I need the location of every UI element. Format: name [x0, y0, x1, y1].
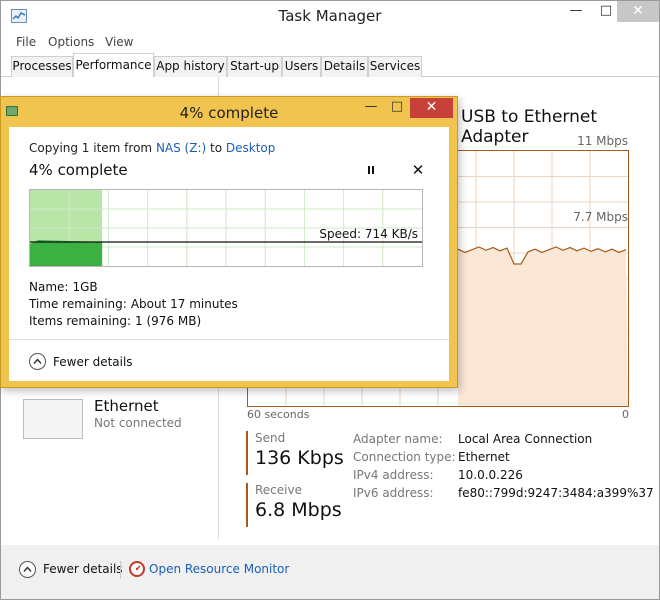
side-item-name[interactable]: Ethernet — [94, 397, 159, 415]
tab-services[interactable]: Services — [368, 56, 422, 77]
prop-connection-type-value: Ethernet — [458, 450, 510, 464]
time-remaining-value: About 17 minutes — [130, 297, 238, 311]
source-link[interactable]: NAS (Z:) — [156, 141, 206, 155]
name-label: Name: — [29, 280, 69, 294]
menu-bar: File Options View — [1, 32, 659, 53]
menu-file[interactable]: File — [16, 35, 36, 49]
copy-dialog-minimize-button[interactable]: — — [358, 99, 384, 119]
graph-x-left-label: 60 seconds — [247, 408, 310, 421]
adapter-title: USB to Ethernet Adapter — [461, 107, 597, 147]
copy-dialog-titlebar[interactable]: 4% complete — □ ✕ — [1, 97, 457, 127]
graph-max-label: 11 Mbps — [577, 134, 628, 148]
prop-adapter-name-label: Adapter name: — [353, 432, 443, 446]
open-resource-monitor-link[interactable]: Open Resource Monitor — [149, 562, 289, 576]
receive-stat: Receive 6.8 Mbps — [246, 483, 346, 527]
tab-start-up[interactable]: Start-up — [227, 56, 282, 77]
footer-separator — [120, 561, 121, 579]
copy-mid: to — [206, 141, 226, 155]
speed-area — [30, 240, 103, 266]
copy-dialog-window: 4% complete — □ ✕ Copying 1 item from NA… — [0, 96, 458, 388]
prop-connection-type-label: Connection type: — [353, 450, 456, 464]
graph-x-right-label: 0 — [622, 408, 629, 421]
time-remaining-label: Time remaining: — [29, 297, 127, 311]
side-item-status: Not connected — [94, 416, 182, 430]
prop-adapter-name-value: Local Area Connection — [458, 432, 593, 446]
percent-complete: 4% complete — [29, 161, 128, 179]
copy-dialog-maximize-button[interactable]: □ — [384, 99, 410, 119]
fewer-details-button[interactable]: Fewer details — [43, 562, 123, 576]
receive-label: Receive — [255, 483, 302, 497]
receive-value: 6.8 Mbps — [255, 499, 342, 521]
copy-description: Copying 1 item from NAS (Z:) to Desktop — [29, 141, 275, 155]
copy-dialog-close-button[interactable]: ✕ — [410, 98, 453, 118]
tab-details[interactable]: Details — [321, 56, 368, 77]
name-value: 1GB — [72, 280, 98, 294]
copy-dialog-body: Copying 1 item from NAS (Z:) to Desktop … — [9, 127, 449, 381]
transfer-graph: Speed: 714 KB/s — [29, 189, 423, 267]
prop-ipv6-value: fe80::799d:9247:3484:a399%37 — [458, 486, 654, 500]
prop-ipv4-value: 10.0.0.226 — [458, 468, 523, 482]
prop-ipv4-label: IPv4 address: — [353, 468, 434, 482]
menu-view[interactable]: View — [105, 35, 133, 49]
tab-performance[interactable]: Performance — [73, 53, 154, 78]
tab-strip: Processes Performance App history Start-… — [1, 53, 659, 78]
items-remaining-value: 1 (976 MB) — [135, 314, 202, 328]
menu-options[interactable]: Options — [48, 35, 94, 49]
info-time: Time remaining: About 17 minutes — [29, 297, 238, 311]
prop-ipv6-label: IPv6 address: — [353, 486, 434, 500]
close-button[interactable]: ✕ — [617, 1, 659, 22]
task-manager-footer: Fewer details Open Resource Monitor — [1, 545, 659, 599]
chevron-up-icon[interactable] — [19, 561, 36, 578]
pause-icon — [368, 166, 374, 174]
task-manager-titlebar[interactable]: Task Manager — □ ✕ — [1, 1, 659, 32]
send-value: 136 Kbps — [255, 447, 344, 469]
graph-mid-label: 7.7 Mbps — [573, 210, 628, 224]
copy-fewer-details-button[interactable]: Fewer details — [53, 355, 133, 369]
copy-prefix: Copying 1 item from — [29, 141, 156, 155]
tab-app-history[interactable]: App history — [154, 56, 227, 77]
send-label: Send — [255, 431, 286, 445]
ethernet-thumbnail[interactable] — [23, 399, 83, 439]
items-remaining-label: Items remaining: — [29, 314, 132, 328]
chevron-up-icon[interactable] — [29, 353, 46, 370]
tab-users[interactable]: Users — [282, 56, 321, 77]
info-items: Items remaining: 1 (976 MB) — [29, 314, 201, 328]
resource-monitor-icon[interactable] — [129, 561, 145, 577]
pause-button[interactable] — [364, 163, 378, 177]
info-name: Name: 1GB — [29, 280, 98, 294]
details-separator — [9, 339, 449, 340]
graph-area — [458, 247, 628, 406]
send-stat: Send 136 Kbps — [246, 431, 346, 475]
transfer-speed: Speed: 714 KB/s — [319, 227, 418, 241]
minimize-button[interactable]: — — [561, 1, 591, 22]
destination-link[interactable]: Desktop — [226, 141, 276, 155]
cancel-copy-button[interactable]: ✕ — [411, 163, 425, 178]
tab-processes[interactable]: Processes — [11, 56, 73, 77]
